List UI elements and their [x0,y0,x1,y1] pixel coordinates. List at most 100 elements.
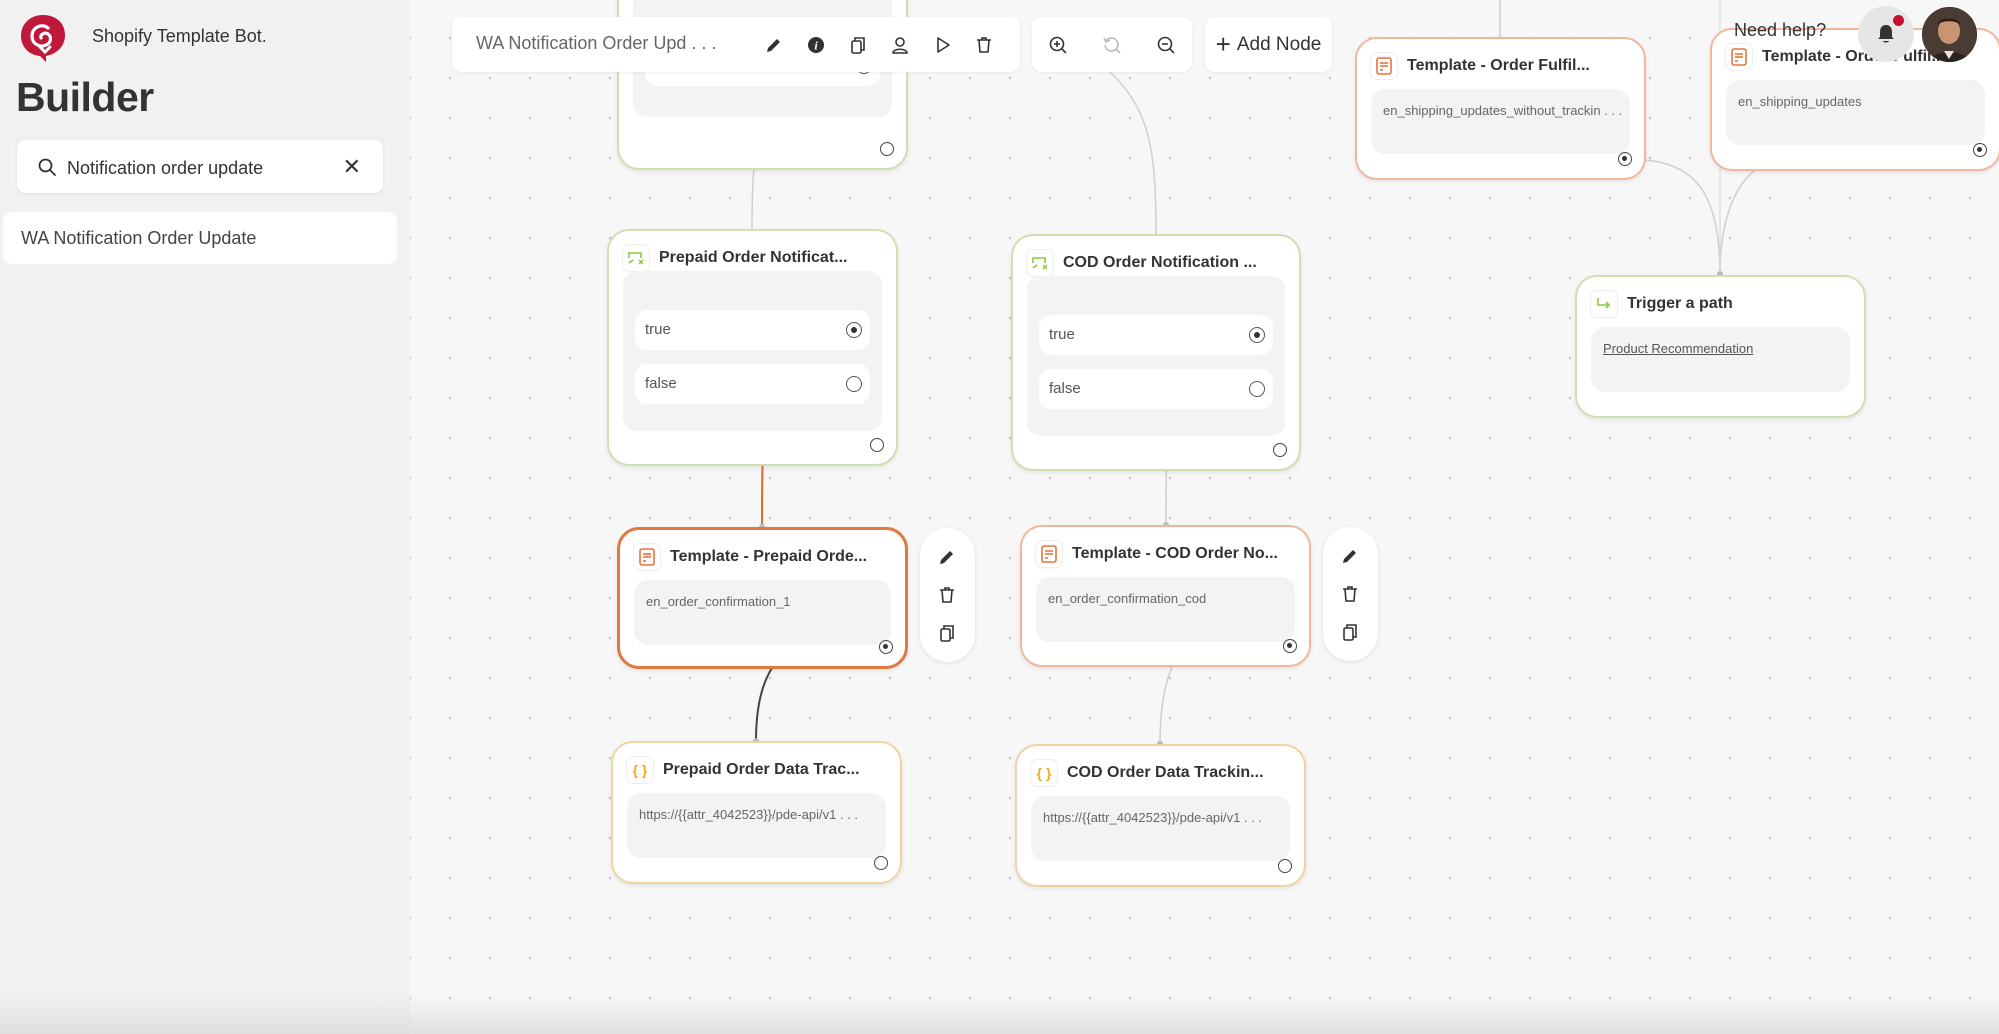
search-box: ✕ [17,140,383,193]
template-icon [634,544,660,570]
node-body: https://{{attr_4042523}}/pde-api/v1 . . … [1031,796,1290,861]
need-help-link[interactable]: Need help? [1734,20,1826,41]
node-title: COD Order Data Trackin... [1067,764,1264,781]
node-header: Prepaid Order Notificat... [623,243,882,273]
flow-toolbar: WA Notification Order Upd . . . i [452,17,1020,72]
template-name: en_shipping_updates [1738,94,1862,109]
copy-icon[interactable] [844,31,872,59]
option-port[interactable] [1249,327,1265,343]
user-icon[interactable] [886,31,914,59]
template-icon [1371,53,1397,79]
node-body: https://{{attr_4042523}}/pde-api/v1 . . … [627,793,886,858]
template-node-prepaid[interactable]: Template - Prepaid Orde... en_order_conf… [617,527,908,669]
notifications-button[interactable] [1858,6,1914,62]
node-title: Prepaid Order Notificat... [659,249,848,266]
template-name: en_order_confirmation_1 [646,594,791,609]
brand-logo-icon [21,15,65,62]
clear-search-icon[interactable]: ✕ [343,154,361,180]
trash-icon[interactable] [936,584,958,606]
node-actions-prepaid [920,528,975,662]
option-port[interactable] [1249,381,1265,397]
node-body: true false [623,271,882,431]
api-url: https://{{attr_4042523}}/pde-api/v1 . . … [1043,810,1263,825]
condition-option-false[interactable]: false [1039,369,1273,409]
copy-icon[interactable] [936,622,958,644]
edit-icon[interactable] [936,546,958,568]
output-port[interactable] [879,640,893,654]
node-body: en_order_confirmation_1 [634,580,891,645]
trigger-path-node[interactable]: Trigger a path Product Recommendation [1575,275,1866,418]
add-node-label: Add Node [1236,33,1322,55]
info-icon[interactable]: i [802,31,830,59]
option-port[interactable] [846,376,862,392]
node-header: Trigger a path [1591,289,1850,319]
template-name: en_shipping_updates_without_trackin . . … [1383,103,1623,118]
zoom-controls [1032,17,1192,72]
edit-icon[interactable] [1339,545,1361,567]
node-body: en_shipping_updates [1726,80,1985,145]
node-title: Template - Order Fulfil... [1407,57,1590,74]
zoom-out-icon[interactable] [1152,31,1180,59]
option-port[interactable] [846,322,862,338]
condition-option-true[interactable]: true [1039,315,1273,355]
sidebar: Shopify Template Bot. Builder ✕ WA Notif… [0,0,410,1034]
output-port[interactable] [1618,152,1632,166]
trash-icon[interactable] [1339,583,1361,605]
page-title: Builder [16,74,154,120]
node-actions-cod [1323,527,1378,661]
output-port[interactable] [874,856,888,870]
condition-option-true[interactable]: true [635,310,870,350]
json-braces-icon: { } [1031,760,1057,786]
output-port[interactable] [1973,143,1987,157]
reset-zoom-icon[interactable] [1098,31,1126,59]
output-port[interactable] [1278,859,1292,873]
condition-node-cod[interactable]: COD Order Notification ... true false [1011,234,1301,471]
node-header: Template - Prepaid Orde... [634,542,891,572]
condition-icon [1027,250,1053,276]
path-link[interactable]: Product Recommendation [1603,341,1753,356]
node-title: Trigger a path [1627,295,1733,312]
add-node-button[interactable]: + Add Node [1205,17,1332,72]
template-name: en_order_confirmation_cod [1048,591,1207,606]
api-url: https://{{attr_4042523}}/pde-api/v1 . . … [639,807,859,822]
node-title: COD Order Notification ... [1063,254,1257,271]
notification-badge [1893,15,1904,26]
node-header: { } COD Order Data Trackin... [1031,758,1290,788]
node-body: en_order_confirmation_cod [1036,577,1295,642]
plus-icon: + [1215,29,1231,59]
trash-icon[interactable] [970,31,998,59]
option-label: false [645,375,677,392]
bot-name: Shopify Template Bot. [92,26,267,46]
search-icon [38,158,56,176]
node-body: en_shipping_updates_without_trackin . . … [1371,89,1630,154]
output-port[interactable] [870,438,884,452]
bell-icon [1878,25,1894,43]
output-port[interactable] [1283,639,1297,653]
trigger-arrow-icon [1591,291,1617,317]
template-node-fulfil-1[interactable]: Template - Order Fulfil... en_shipping_u… [1355,37,1646,180]
user-avatar[interactable] [1922,7,1977,62]
copy-icon[interactable] [1339,621,1361,643]
condition-option-false[interactable]: false [635,364,870,404]
node-header: Template - COD Order No... [1036,539,1295,569]
output-port[interactable] [1273,443,1287,457]
search-result-item[interactable]: WA Notification Order Update [3,212,397,264]
node-header: COD Order Notification ... [1027,248,1285,278]
template-icon [1726,44,1752,70]
node-header: Template - Order Fulfil... [1371,51,1630,81]
template-node-cod[interactable]: Template - COD Order No... en_order_conf… [1020,525,1311,667]
json-braces-icon: { } [627,757,653,783]
node-title: Template - COD Order No... [1072,545,1278,562]
condition-icon [623,245,649,271]
edit-icon[interactable] [760,31,788,59]
data-node-cod[interactable]: { } COD Order Data Trackin... https://{{… [1015,744,1306,887]
play-icon[interactable] [929,31,957,59]
search-input[interactable] [65,152,339,184]
zoom-in-icon[interactable] [1044,31,1072,59]
template-icon [1036,541,1062,567]
option-label: false [1049,380,1081,397]
condition-node-prepaid[interactable]: Prepaid Order Notificat... true false [607,229,898,466]
data-node-prepaid[interactable]: { } Prepaid Order Data Trac... https://{… [611,741,902,884]
node-header: { } Prepaid Order Data Trac... [627,755,886,785]
output-port[interactable] [880,142,894,156]
